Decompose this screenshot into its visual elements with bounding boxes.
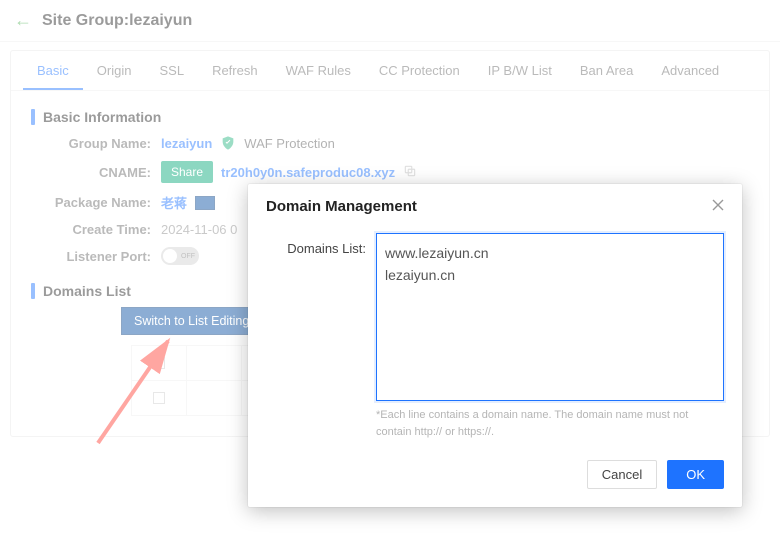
domains-textarea[interactable] — [376, 233, 724, 401]
ok-button[interactable]: OK — [667, 460, 724, 489]
close-icon[interactable] — [712, 199, 724, 214]
domains-hint: *Each line contains a domain name. The d… — [376, 407, 724, 440]
modal-title: Domain Management — [266, 198, 417, 215]
domain-management-modal: Domain Management Domains List: *Each li… — [248, 184, 742, 507]
label-domains-list: Domains List: — [266, 233, 366, 401]
cancel-button[interactable]: Cancel — [587, 460, 657, 489]
